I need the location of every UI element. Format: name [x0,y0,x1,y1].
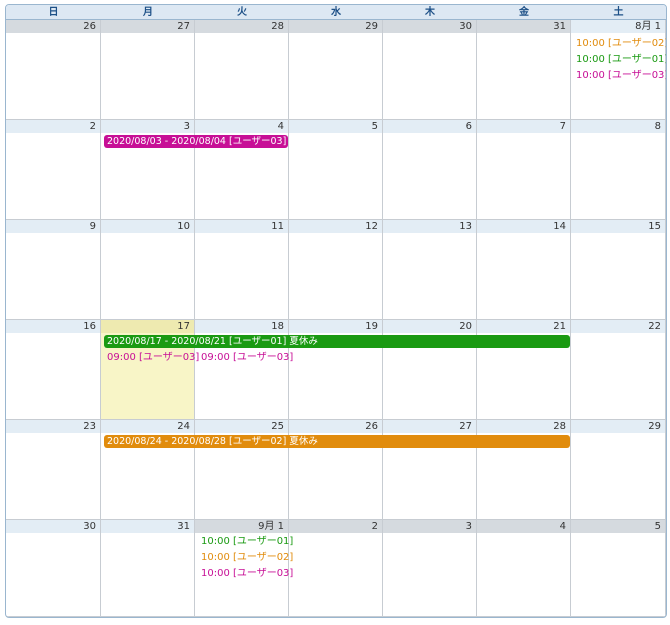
day-number: 29 [289,20,382,33]
weekday-fri: 金 [477,5,571,20]
day-cell[interactable]: 8 [571,120,666,220]
day-number: 12 [289,220,382,233]
day-cell[interactable]: 5 [571,520,666,617]
day-cell[interactable]: 6 [383,120,477,220]
day-number: 4 [477,520,570,533]
day-number: 27 [101,20,194,33]
day-number: 5 [289,120,382,133]
weekday-sun: 日 [6,5,101,20]
day-cell[interactable]: 29 [289,20,383,120]
day-cell[interactable]: 23 [6,420,101,520]
day-number: 26 [289,420,382,433]
day-number: 14 [477,220,570,233]
day-cell[interactable]: 3 [383,520,477,617]
weekday-thu: 木 [383,5,477,20]
day-number: 29 [571,420,665,433]
day-number: 16 [6,320,100,333]
day-number: 11 [195,220,288,233]
day-number: 2 [6,120,100,133]
day-cell[interactable]: 28 [195,20,289,120]
day-number: 8 [571,120,665,133]
day-number: 5 [571,520,665,533]
weekday-sat: 土 [571,5,666,20]
day-number: 8月 1 [571,20,665,33]
month-calendar: 日 月 火 水 木 金 土 26 27 28 29 30 31 8月 1 2 3… [5,4,667,618]
day-number: 18 [195,320,288,333]
day-number: 21 [477,320,570,333]
event-item[interactable]: 10:00 [ユーザー03] [576,69,666,82]
weekday-wed: 水 [289,5,383,20]
day-number: 30 [383,20,476,33]
day-number: 31 [477,20,570,33]
day-number: 17 [101,320,194,333]
day-number: 6 [383,120,476,133]
day-cell[interactable]: 9 [6,220,101,320]
day-cell[interactable]: 30 [383,20,477,120]
day-number: 24 [101,420,194,433]
day-cell[interactable]: 27 [101,20,195,120]
event-item[interactable]: 09:00 [ユーザー03] [107,351,199,364]
day-number: 31 [101,520,194,533]
day-cell[interactable]: 14 [477,220,571,320]
day-number: 9月 1 [195,520,288,533]
day-number: 3 [383,520,476,533]
day-cell[interactable]: 26 [6,20,101,120]
day-number: 20 [383,320,476,333]
day-number: 30 [6,520,100,533]
weekday-tue: 火 [195,5,289,20]
day-number: 19 [289,320,382,333]
day-cell[interactable]: 2 [289,520,383,617]
day-cell[interactable]: 16 [6,320,101,420]
day-number: 28 [195,20,288,33]
day-cell[interactable]: 30 [6,520,101,617]
day-cell[interactable]: 11 [195,220,289,320]
day-cell[interactable]: 5 [289,120,383,220]
day-cell[interactable]: 31 [477,20,571,120]
event-bar-user02[interactable]: 2020/08/24 - 2020/08/28 [ユーザー02] 夏休み [104,435,570,448]
day-number: 4 [195,120,288,133]
day-cell[interactable]: 7 [477,120,571,220]
day-cell[interactable]: 10 [101,220,195,320]
day-cell[interactable]: 13 [383,220,477,320]
day-number: 23 [6,420,100,433]
event-item[interactable]: 10:00 [ユーザー01] [201,535,293,548]
day-number: 9 [6,220,100,233]
event-item[interactable]: 10:00 [ユーザー03] [201,567,293,580]
day-cell[interactable]: 31 [101,520,195,617]
day-number: 2 [289,520,382,533]
event-item[interactable]: 09:00 [ユーザー03] [201,351,293,364]
event-item[interactable]: 10:00 [ユーザー02] [576,37,666,50]
day-number: 28 [477,420,570,433]
day-number: 13 [383,220,476,233]
day-number: 22 [571,320,665,333]
event-bar-user03[interactable]: 2020/08/03 - 2020/08/04 [ユーザー03] [104,135,288,148]
weekday-mon: 月 [101,5,195,20]
day-number: 25 [195,420,288,433]
day-number: 10 [101,220,194,233]
day-cell[interactable]: 22 [571,320,666,420]
day-cell[interactable]: 12 [289,220,383,320]
day-number: 7 [477,120,570,133]
day-cell[interactable]: 15 [571,220,666,320]
event-bar-user01[interactable]: 2020/08/17 - 2020/08/21 [ユーザー01] 夏休み [104,335,570,348]
event-item[interactable]: 10:00 [ユーザー01] [576,53,666,66]
day-cell[interactable]: 29 [571,420,666,520]
day-number: 3 [101,120,194,133]
day-number: 26 [6,20,100,33]
day-number: 15 [571,220,665,233]
day-number: 27 [383,420,476,433]
day-cell[interactable]: 2 [6,120,101,220]
event-item[interactable]: 10:00 [ユーザー02] [201,551,293,564]
day-cell[interactable]: 4 [477,520,571,617]
